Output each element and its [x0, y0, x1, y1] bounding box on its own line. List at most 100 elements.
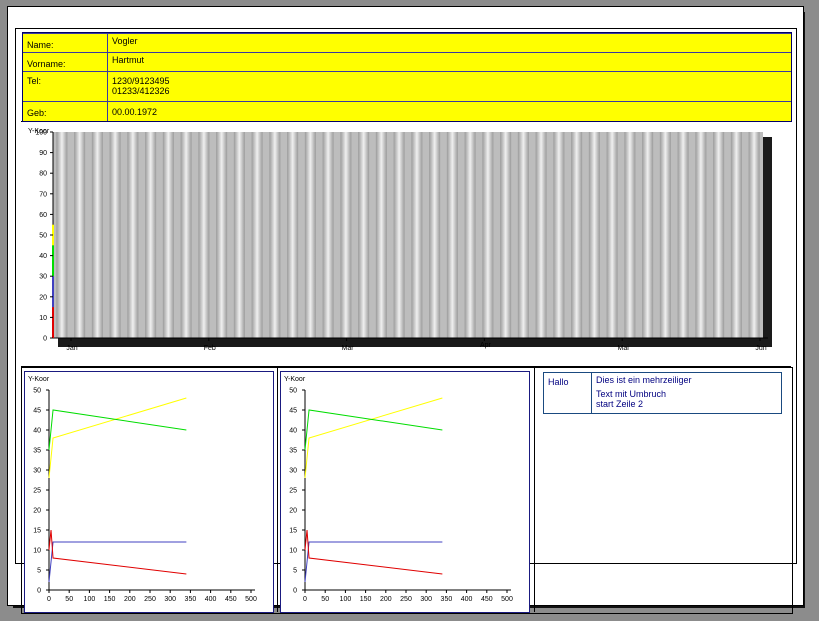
line-chart-left: Y-Koor051015202530354045500 50 100 150 200 25… [24, 371, 274, 613]
x-tick-label: 300 [420, 596, 432, 603]
y-tick-label: 0 [37, 588, 41, 595]
bar [553, 132, 565, 338]
bar [429, 132, 441, 338]
bar [624, 132, 636, 338]
y-tick-label: 10 [39, 315, 47, 322]
y-tick-label: 0 [293, 588, 297, 595]
y-tick-label: 70 [39, 191, 47, 198]
bar [464, 132, 476, 338]
series-line [48, 529, 187, 575]
x-tick-label: 200 [380, 596, 392, 603]
bar [517, 132, 529, 338]
y-tick-label: 20 [33, 508, 41, 515]
y-tick-label: 30 [289, 468, 297, 475]
y-tick-label: 30 [39, 274, 47, 281]
bar [730, 132, 742, 338]
y-tick-label: 50 [39, 233, 47, 240]
info-row-geb: Geb: 00.00.1972 [23, 101, 791, 122]
x-tick-label: 150 [104, 596, 116, 603]
y-tick-label: 5 [37, 568, 41, 575]
bar [233, 132, 245, 338]
y-tick-label: 40 [33, 428, 41, 435]
info-row-name: Name: Vogler [23, 33, 791, 53]
y-tick-label: 30 [33, 468, 41, 475]
series-line [304, 409, 443, 451]
y-tick-label: 15 [289, 528, 297, 535]
x-tick-label: 50 [65, 596, 73, 603]
bar [446, 132, 458, 338]
y-tick-label: 40 [289, 428, 297, 435]
y-tick-label: 10 [289, 548, 297, 555]
bar [127, 132, 139, 338]
section-divider [21, 366, 791, 367]
name-value: Vogler [112, 36, 138, 46]
y-tick-label: 25 [33, 488, 41, 495]
bar [180, 132, 192, 338]
series-line [304, 541, 443, 583]
bar [74, 132, 86, 338]
vorname-label: Vorname: [27, 59, 66, 69]
column-divider [534, 367, 535, 612]
x-tick-label: 200 [124, 596, 136, 603]
bar [216, 132, 228, 338]
bar-chart: Y-Koor0102030405060708090100Jan Feb Mar Apr… [28, 128, 772, 352]
bar [198, 132, 210, 338]
bar [322, 132, 334, 338]
series-line [48, 409, 187, 451]
text-table-line-3: start Zeile 2 [596, 399, 644, 409]
y-tick-label: 40 [39, 253, 47, 260]
x-tick-label: 50 [321, 596, 329, 603]
series-line [48, 397, 187, 479]
text-table-left-text: Hallo [548, 377, 569, 387]
bar [482, 132, 494, 338]
x-tick-label: Apr [480, 342, 492, 349]
x-tick-label: 400 [205, 596, 217, 603]
bar [287, 132, 299, 338]
text-table-line-1: Dies ist ein mehrzeiliger [596, 375, 692, 385]
y-axis-label: Y-Koor [28, 376, 50, 383]
line-chart-right: Y-Koor051015202530354045500 50 100 150 200 25… [280, 371, 530, 613]
info-row-tel: Tel: 1230/9123495 01233/412326 [23, 71, 791, 102]
x-tick-label: 100 [84, 596, 96, 603]
series-line [48, 541, 187, 583]
x-tick-label: 100 [340, 596, 352, 603]
y-tick-label: 100 [35, 130, 47, 137]
text-table: Hallo Dies ist ein mehrzeiliger Text mit… [543, 372, 782, 414]
name-label: Name: [27, 40, 54, 50]
series-line [304, 397, 443, 479]
bar [642, 132, 654, 338]
y-tick-label: 45 [33, 408, 41, 415]
column-divider [277, 367, 278, 612]
y-tick-label: 90 [39, 150, 47, 157]
y-tick-label: 45 [289, 408, 297, 415]
person-info-table: Name: Vogler Vorname: Hartmut Tel: 1230/… [22, 32, 792, 122]
bar [393, 132, 405, 338]
y-tick-label: 25 [289, 488, 297, 495]
y-tick-label: 35 [289, 448, 297, 455]
tel-value: 1230/9123495 01233/412326 [112, 76, 170, 96]
x-tick-label: 450 [225, 596, 237, 603]
text-table-line-2: Text mit Umbruch [596, 389, 667, 399]
vorname-value: Hartmut [112, 55, 145, 65]
bar [588, 132, 600, 338]
bar [411, 132, 423, 338]
bar [606, 132, 618, 338]
x-tick-label: 350 [185, 596, 197, 603]
x-tick-label: 0 [303, 596, 307, 603]
tel-label: Tel: [27, 76, 42, 86]
bar [695, 132, 707, 338]
y-tick-label: 5 [293, 568, 297, 575]
x-tick-label: 350 [441, 596, 453, 603]
y-tick-label: 0 [43, 336, 47, 343]
bar [340, 132, 352, 338]
bar [109, 132, 121, 338]
bar [304, 132, 316, 338]
x-tick-label: Feb [204, 345, 216, 352]
info-row-vorname: Vorname: Hartmut [23, 52, 791, 72]
bar [375, 132, 387, 338]
bar-chart-plot-area [53, 132, 763, 338]
bar [500, 132, 512, 338]
y-tick-label: 20 [39, 294, 47, 301]
bar [91, 132, 103, 338]
y-tick-label: 35 [33, 448, 41, 455]
